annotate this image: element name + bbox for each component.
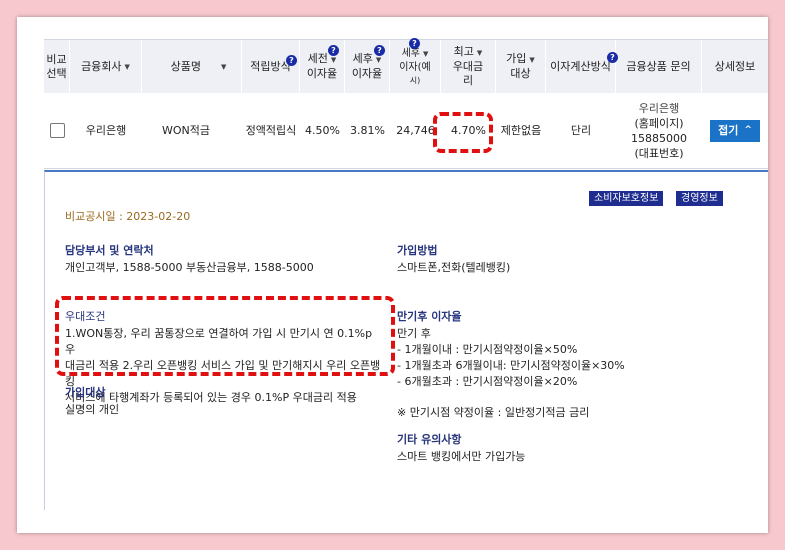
question-circle-icon[interactable]: ? bbox=[286, 55, 297, 66]
header-target[interactable]: 가입 ▼ 대상 bbox=[496, 40, 546, 93]
company-cell: 우리은행 bbox=[85, 124, 127, 137]
header-inquiry: 금융상품 문의 bbox=[616, 40, 702, 93]
window-frame: 비교 선택 금융회사 ▼ 상품명 ▼ 적립방식 ? 세전 ▼ 이자율 ? 세후 ▼ 이자율 ?… bbox=[17, 17, 768, 533]
question-circle-icon[interactable]: ? bbox=[409, 38, 420, 49]
sort-down-icon[interactable]: ▼ bbox=[529, 56, 534, 64]
detail-panel: 소비자보호정보 경영정보 비교공시일 : 2023-02-20 담당부서 및 연… bbox=[44, 170, 768, 510]
question-circle-icon[interactable]: ? bbox=[328, 45, 339, 56]
header-max-rate[interactable]: 최고 ▼ 우대금 리 bbox=[441, 40, 496, 93]
header-compare: 비교 선택 bbox=[44, 40, 70, 93]
preferential-highlight bbox=[55, 296, 395, 376]
header-calc-method: 이자계산방식 ? bbox=[546, 40, 618, 93]
fold-button[interactable]: 접기 ^ bbox=[710, 119, 760, 142]
dept-title: 담당부서 및 연락처 bbox=[65, 244, 154, 257]
target-cell: 제한없음 bbox=[500, 124, 542, 137]
aftertax-rate-cell: 3.81% bbox=[350, 124, 385, 137]
target-title: 가입대상 bbox=[65, 386, 106, 399]
join-method-text: 스마트폰,전화(텔레뱅킹) bbox=[397, 261, 511, 274]
compare-checkbox[interactable] bbox=[49, 123, 65, 138]
sort-down-icon[interactable]: ▼ bbox=[423, 50, 428, 58]
other-title: 기타 유의사항 bbox=[397, 433, 462, 446]
management-info-button[interactable]: 경영정보 bbox=[676, 191, 723, 206]
detail-cell: 접기 ^ bbox=[702, 93, 768, 168]
header-aftertax-interest[interactable]: 세후 ▼ 이자(예 시) ? bbox=[390, 38, 441, 93]
inquiry-cell: 우리은행 (홈페이지) 15885000 (대표번호) bbox=[631, 101, 687, 160]
table-row: 우리은행 WON적금 정액적립식 4.50% 3.81% 24,746 4.70… bbox=[44, 93, 768, 169]
header-method: 적립방식 ? bbox=[242, 40, 300, 93]
after-maturity-title: 만기후 이자율 bbox=[397, 310, 462, 323]
max-rate-highlight bbox=[433, 112, 493, 153]
sort-down-icon[interactable]: ▼ bbox=[221, 60, 226, 74]
header-company[interactable]: 금융회사 ▼ bbox=[70, 40, 142, 93]
header-aftertax-rate[interactable]: 세후 ▼ 이자율 ? bbox=[345, 40, 390, 93]
target-text: 실명의 개인 bbox=[65, 403, 120, 416]
calc-method-cell: 단리 bbox=[570, 124, 592, 137]
join-method-title: 가입방법 bbox=[397, 244, 438, 257]
header-product[interactable]: 상품명 ▼ bbox=[142, 40, 242, 93]
consumer-protection-button[interactable]: 소비자보호정보 bbox=[589, 191, 664, 206]
pretax-rate-cell: 4.50% bbox=[305, 124, 340, 137]
after-maturity-text: 만기 후 - 1개월이내 : 만기시점약정이율×50% - 1개월초과 6개월이… bbox=[397, 327, 625, 388]
table-header: 비교 선택 금융회사 ▼ 상품명 ▼ 적립방식 ? 세전 ▼ 이자율 ? 세후 ▼ 이자율 ?… bbox=[44, 38, 768, 93]
header-pretax-rate[interactable]: 세전 ▼ 이자율 ? bbox=[300, 40, 345, 93]
dept-text: 개인고객부, 1588-5000 부동산금융부, 1588-5000 bbox=[65, 261, 314, 274]
compare-cell bbox=[44, 93, 70, 168]
sort-down-icon[interactable]: ▼ bbox=[376, 56, 381, 64]
chevron-up-icon: ^ bbox=[744, 125, 752, 135]
other-text: 스마트 뱅킹에서만 가입가능 bbox=[397, 450, 526, 463]
question-circle-icon[interactable]: ? bbox=[374, 45, 385, 56]
product-cell: WON적금 bbox=[162, 124, 211, 137]
sort-down-icon[interactable]: ▼ bbox=[125, 60, 130, 74]
maturity-note: ※ 만기시점 약정이율 : 일반정기적금 금리 bbox=[397, 406, 590, 419]
sort-down-icon[interactable]: ▼ bbox=[477, 49, 482, 57]
disclosure-date: 비교공시일 : 2023-02-20 bbox=[65, 210, 191, 223]
header-detail: 상세정보 bbox=[714, 59, 756, 73]
method-cell: 정액적립식 bbox=[245, 124, 297, 137]
sort-down-icon[interactable]: ▼ bbox=[331, 56, 336, 64]
